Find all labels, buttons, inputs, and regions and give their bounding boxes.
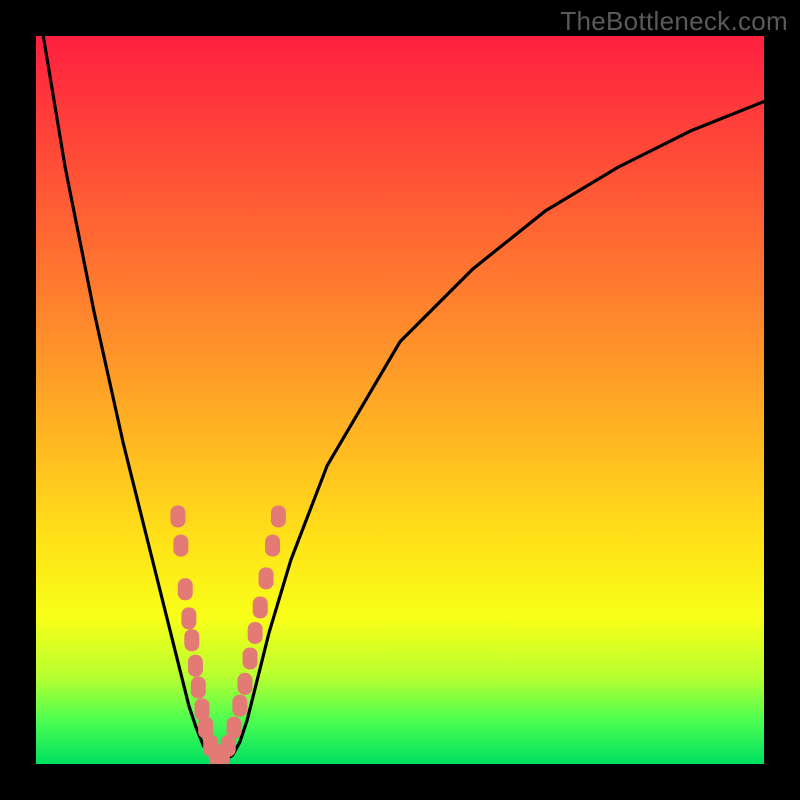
- watermark-text: TheBottleneck.com: [560, 6, 788, 37]
- plot-area: [36, 36, 764, 764]
- marker-dot: [178, 578, 193, 600]
- marker-dot: [237, 673, 252, 695]
- marker-dot: [232, 695, 247, 717]
- marker-dot: [184, 629, 199, 651]
- marker-dot: [243, 647, 258, 669]
- bottleneck-curve: [43, 36, 764, 760]
- marker-dot: [259, 567, 274, 589]
- marker-dot: [173, 535, 188, 557]
- marker-dot: [191, 677, 206, 699]
- marker-dot: [253, 596, 268, 618]
- marker-dot: [181, 607, 196, 629]
- marker-dot: [188, 655, 203, 677]
- curve-svg: [36, 36, 764, 764]
- marker-dot: [265, 535, 280, 557]
- chart-frame: TheBottleneck.com: [0, 0, 800, 800]
- marker-dot: [271, 505, 286, 527]
- marker-dot: [170, 505, 185, 527]
- curve-path-group: [43, 36, 764, 760]
- marker-dot: [248, 622, 263, 644]
- marker-dot: [227, 717, 242, 739]
